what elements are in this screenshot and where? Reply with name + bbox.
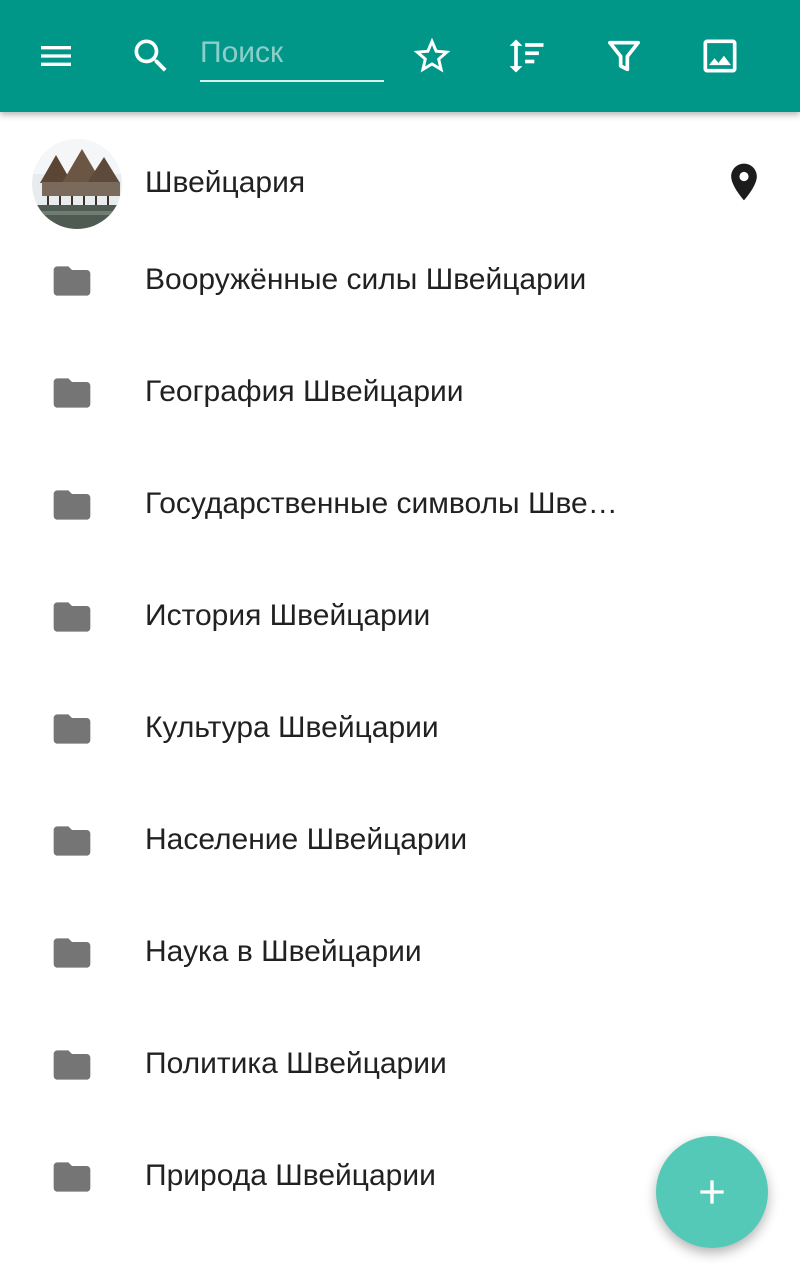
- list-item[interactable]: Население Швейцарии: [0, 784, 800, 896]
- filter-icon[interactable]: [600, 32, 648, 80]
- app-toolbar: [0, 0, 800, 112]
- search-input[interactable]: [200, 26, 384, 82]
- folder-icon: [50, 1043, 94, 1087]
- list-item-header[interactable]: Швейцария: [0, 112, 800, 229]
- list-item-label: Вооружённые силы Швейцарии: [145, 263, 587, 296]
- folder-icon: [50, 1155, 94, 1199]
- list-item[interactable]: Наука в Швейцарии: [0, 896, 800, 1008]
- image-icon[interactable]: [696, 32, 744, 80]
- list-item[interactable]: История Швейцарии: [0, 560, 800, 672]
- list-item-label: Государственные символы Шве…: [145, 487, 618, 520]
- list-item-label: История Швейцарии: [145, 599, 431, 632]
- folder-icon: [50, 259, 94, 303]
- list-item-label: Швейцария: [145, 166, 306, 199]
- sort-icon[interactable]: [503, 32, 551, 80]
- folder-icon: [50, 595, 94, 639]
- list-item-label: Политика Швейцарии: [145, 1047, 447, 1080]
- search-icon[interactable]: [127, 32, 175, 80]
- list-item-label: Природа Швейцарии: [145, 1159, 436, 1192]
- folder-icon: [50, 819, 94, 863]
- list-item[interactable]: География Швейцарии: [0, 336, 800, 448]
- folder-icon: [50, 931, 94, 975]
- list-item[interactable]: Государственные символы Шве…: [0, 448, 800, 560]
- list-item-label: География Швейцарии: [145, 375, 464, 408]
- avatar: [32, 139, 122, 229]
- category-list: Швейцария Вооружённые силы Швейцарии Гео…: [0, 112, 800, 1232]
- plus-icon: [700, 1180, 724, 1204]
- star-outline-icon[interactable]: [408, 32, 456, 80]
- list-item[interactable]: Вооружённые силы Швейцарии: [0, 224, 800, 336]
- list-item-label: Население Швейцарии: [145, 823, 468, 856]
- list-item[interactable]: Политика Швейцарии: [0, 1008, 800, 1120]
- list-item-label: Наука в Швейцарии: [145, 935, 422, 968]
- list-item-label: Культура Швейцарии: [145, 711, 439, 744]
- folder-icon: [50, 371, 94, 415]
- folder-icon: [50, 483, 94, 527]
- map-pin-icon[interactable]: [722, 160, 766, 204]
- menu-icon[interactable]: [32, 32, 80, 80]
- list-item[interactable]: Культура Швейцарии: [0, 672, 800, 784]
- folder-icon: [50, 707, 94, 751]
- add-button[interactable]: [656, 1136, 768, 1248]
